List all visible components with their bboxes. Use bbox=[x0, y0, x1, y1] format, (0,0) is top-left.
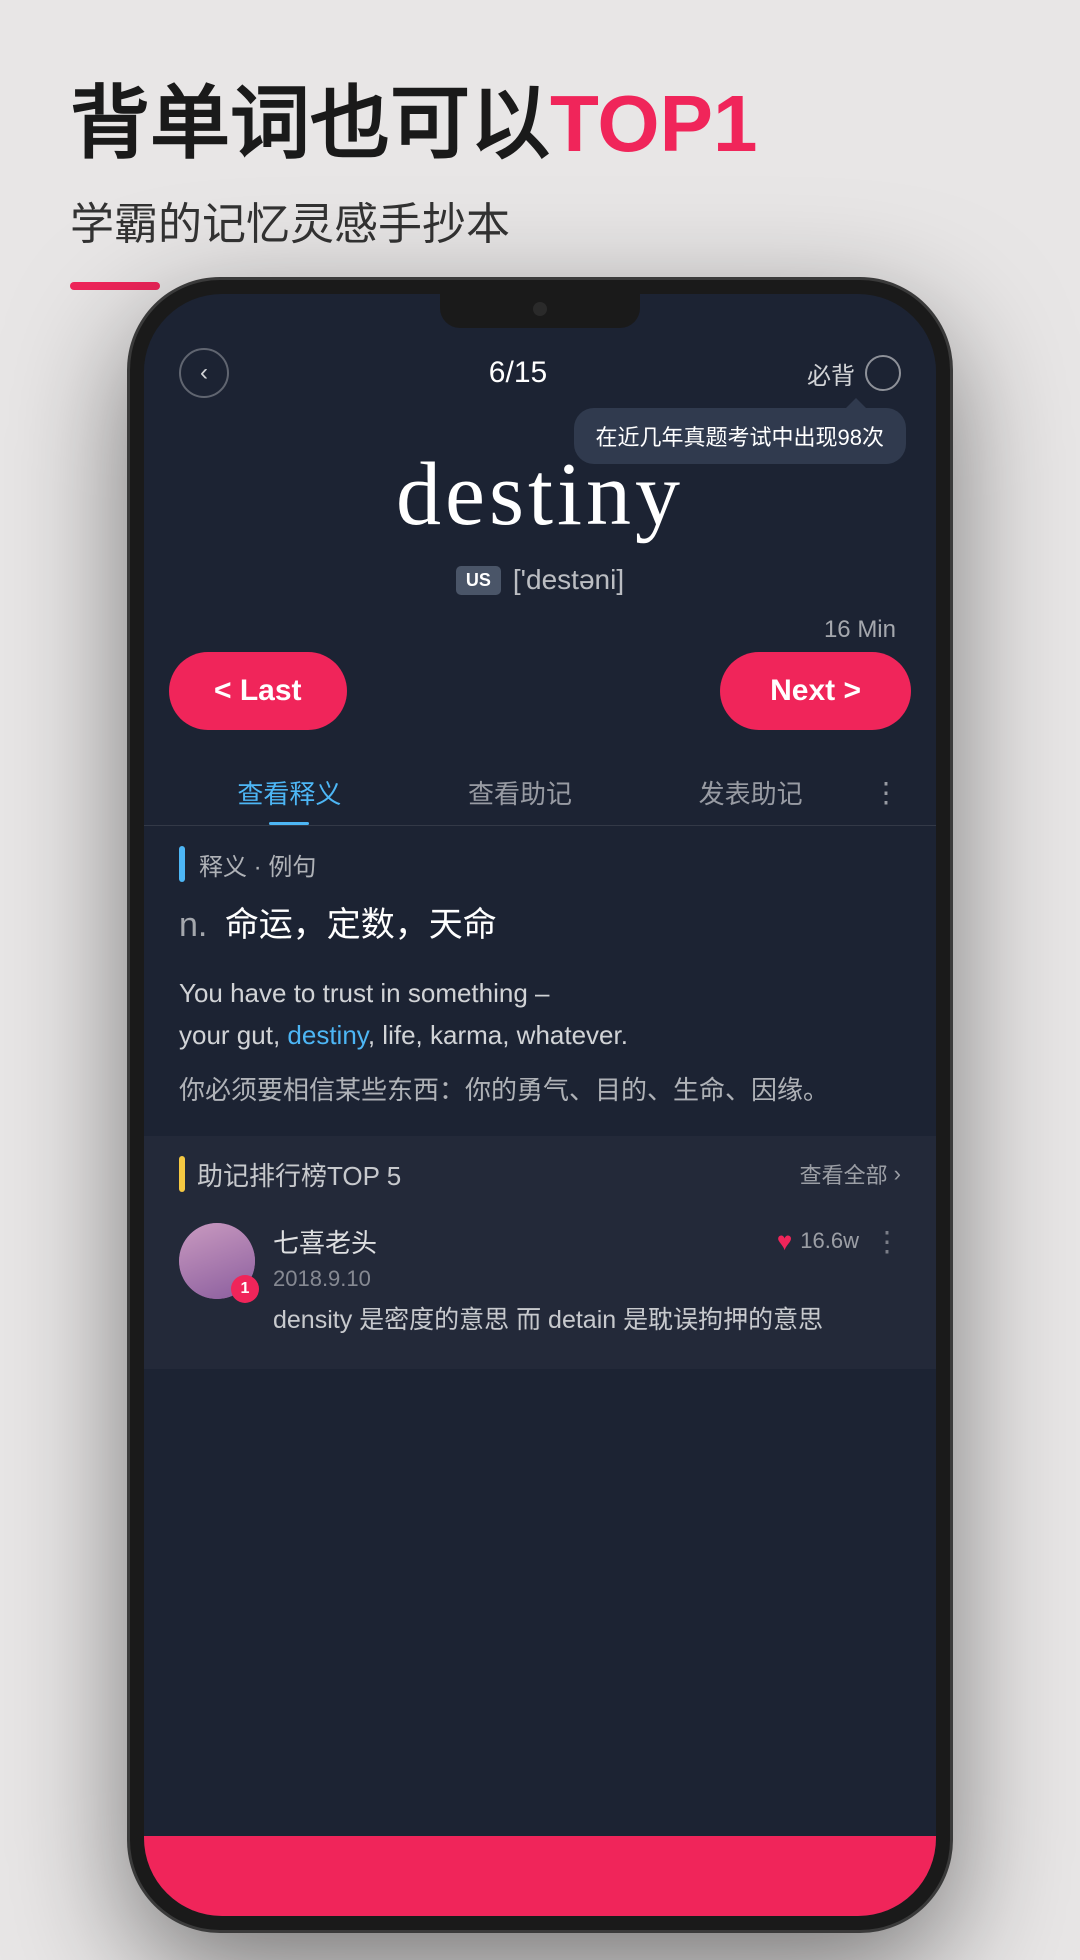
heart-icon: ♥ bbox=[777, 1226, 792, 1257]
more-options-icon[interactable]: ⋮ bbox=[873, 1225, 901, 1258]
like-count: ♥ 16.6w bbox=[777, 1226, 859, 1257]
back-icon: ‹ bbox=[200, 359, 208, 387]
example-en-line1: You have to trust in something – bbox=[179, 978, 550, 1008]
tooltip-text: 在近几年真题考试中出现98次 bbox=[596, 425, 884, 450]
mnemonic-user-row: 1 七喜老头 ♥ 16.6w ⋮ bbox=[179, 1213, 901, 1350]
example-english: You have to trust in something – your gu… bbox=[179, 973, 901, 1056]
example-chinese: 你必须要相信某些东西：你的勇气、目的、生命、因缘。 bbox=[179, 1070, 901, 1112]
definition-text: n. 命运，定数，天命 bbox=[179, 900, 901, 951]
part-of-speech: n. bbox=[179, 906, 207, 944]
phone-outer-shell: ‹ 6/15 必背 在近几年真题考试中出现98次 destiny bbox=[130, 280, 950, 1930]
view-all-label: 查看全部 bbox=[800, 1158, 888, 1190]
rank-badge: 1 bbox=[231, 1275, 259, 1303]
exam-tooltip: 在近几年真题考试中出现98次 bbox=[574, 408, 906, 464]
phone-notch bbox=[440, 294, 640, 328]
phone-screen: ‹ 6/15 必背 在近几年真题考试中出现98次 destiny bbox=[144, 294, 936, 1916]
sub-title: 学霸的记忆灵感手抄本 bbox=[70, 188, 1010, 252]
tab-post-mnemonic[interactable]: 发表助记 bbox=[635, 760, 866, 825]
title-part1: 背单词也可以 bbox=[70, 79, 550, 168]
definition-header: 释义 · 例句 bbox=[179, 846, 901, 882]
page-counter: 6/15 bbox=[489, 356, 547, 390]
mnemonic-section-title: 助记排行榜TOP 5 bbox=[197, 1156, 401, 1193]
mnemonic-section: 助记排行榜TOP 5 查看全部 › 1 bbox=[144, 1136, 936, 1370]
bottom-pink-accent bbox=[144, 1836, 936, 1916]
like-count-value: 16.6w bbox=[800, 1228, 859, 1254]
mnemonic-header: 助记排行榜TOP 5 查看全部 › bbox=[179, 1156, 901, 1193]
meaning-text: 命运，定数，天命 bbox=[225, 906, 497, 944]
us-badge: US bbox=[456, 566, 501, 595]
mnemonic-content-text: density 是密度的意思 而 detain 是耽误拘押的意思 bbox=[273, 1302, 901, 1340]
title-highlight: TOP1 bbox=[550, 79, 758, 168]
tab-bar: 查看释义 查看助记 发表助记 ⋮ bbox=[144, 760, 936, 826]
tab-post-mnemonic-label: 发表助记 bbox=[699, 779, 803, 809]
next-button[interactable]: Next > bbox=[720, 652, 911, 730]
definition-section: 释义 · 例句 n. 命运，定数，天命 You have to trust in… bbox=[144, 846, 936, 1112]
screen-content: ‹ 6/15 必背 在近几年真题考试中出现98次 destiny bbox=[144, 328, 936, 1916]
example-en-line2-prefix: your gut, bbox=[179, 1020, 287, 1050]
example-en-line2-suffix: , life, karma, whatever. bbox=[368, 1020, 628, 1050]
word-nav-buttons: < Last Next > bbox=[144, 652, 936, 730]
word-phonetic: US ['destəni] bbox=[184, 564, 896, 596]
mnemonic-title-group: 助记排行榜TOP 5 bbox=[179, 1156, 401, 1193]
user-date: 2018.9.10 bbox=[273, 1266, 901, 1292]
mnemonic-section-bar bbox=[179, 1156, 185, 1192]
tab-definition[interactable]: 查看释义 bbox=[174, 760, 405, 825]
definition-section-bar bbox=[179, 846, 185, 882]
tab-definition-label: 查看释义 bbox=[237, 779, 341, 809]
last-button[interactable]: < Last bbox=[169, 652, 347, 730]
must-learn-circle bbox=[865, 355, 901, 391]
chevron-right-icon: › bbox=[894, 1161, 901, 1187]
tab-more-icon[interactable]: ⋮ bbox=[866, 776, 906, 809]
must-learn-label: 必背 bbox=[807, 356, 855, 391]
tab-mnemonic-label: 查看助记 bbox=[468, 779, 572, 809]
definition-section-title: 释义 · 例句 bbox=[199, 847, 316, 882]
phone-mockup: ‹ 6/15 必背 在近几年真题考试中出现98次 destiny bbox=[130, 280, 950, 1960]
tab-mnemonic[interactable]: 查看助记 bbox=[405, 760, 636, 825]
example-en-word-highlight: destiny bbox=[287, 1020, 367, 1050]
must-learn-tag[interactable]: 必背 bbox=[807, 355, 901, 391]
user-name-row: 七喜老头 ♥ 16.6w ⋮ bbox=[273, 1223, 901, 1260]
timer-label: 16 Min bbox=[144, 616, 936, 644]
view-all-button[interactable]: 查看全部 › bbox=[800, 1158, 901, 1190]
avatar-wrapper: 1 bbox=[179, 1223, 255, 1299]
user-meta: ♥ 16.6w ⋮ bbox=[777, 1225, 901, 1258]
user-name: 七喜老头 bbox=[273, 1223, 377, 1260]
user-info: 七喜老头 ♥ 16.6w ⋮ 2018.9.10 de bbox=[273, 1223, 901, 1340]
main-title: 背单词也可以TOP1 bbox=[70, 80, 1010, 168]
top-navigation: ‹ 6/15 必背 在近几年真题考试中出现98次 bbox=[144, 328, 936, 413]
phonetic-text: ['destəni] bbox=[513, 564, 624, 596]
back-button[interactable]: ‹ bbox=[179, 348, 229, 398]
